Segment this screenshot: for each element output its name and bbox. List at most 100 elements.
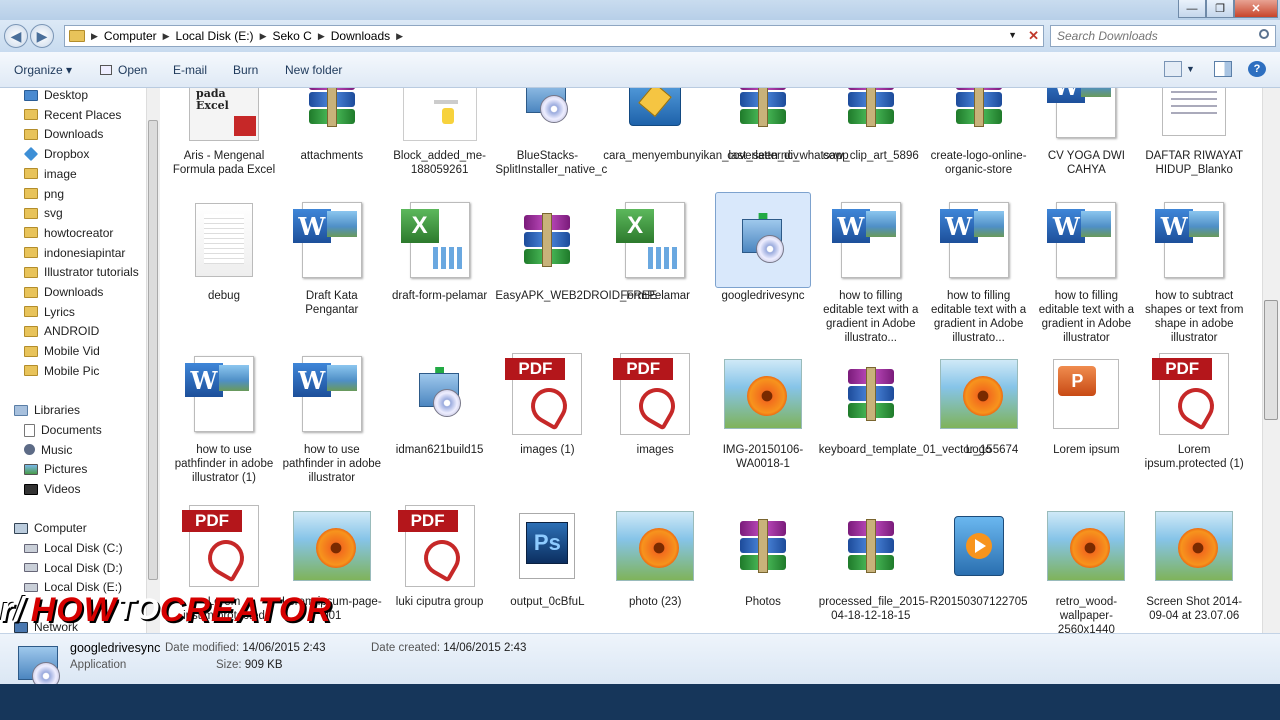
file-item[interactable]: Whow to filling editable text with a gra… (927, 192, 1031, 345)
sidebar-item-library[interactable]: Music (24, 441, 72, 459)
file-list-scroll-thumb[interactable] (1264, 300, 1278, 420)
file-item[interactable]: Whow to use pathfinder in adobe illustra… (172, 346, 276, 485)
file-item[interactable]: PDF images (603, 346, 707, 457)
minimize-button[interactable]: — (1178, 0, 1206, 18)
sidebar-item-favorite[interactable]: Dropbox (23, 145, 89, 163)
preview-pane-icon[interactable] (1214, 61, 1232, 77)
sidebar-item-drive[interactable]: Local Disk (D:) (24, 559, 123, 577)
sidebar-item-favorite[interactable]: indonesiapintar (24, 244, 125, 262)
sidebar-item-favorite[interactable]: Downloads (24, 125, 103, 143)
file-item[interactable]: create-logo-online-organic-store (927, 88, 1031, 177)
file-name: DAFTAR RIWAYAT HIDUP_Blanko (1145, 150, 1244, 176)
search-input[interactable] (1057, 29, 1247, 43)
sidebar-item-favorite[interactable]: Downloads (24, 283, 103, 301)
stop-icon[interactable]: ✕ (1028, 28, 1039, 44)
pic-icon (24, 463, 38, 475)
address-bar[interactable]: ▶ Computer ▶ Local Disk (E:) ▶ Seko C ▶ … (64, 25, 1044, 47)
file-item[interactable]: debug (172, 192, 276, 303)
file-item[interactable]: coverlatterncv (711, 88, 815, 163)
file-item[interactable]: Block_added_me-188059261 (388, 88, 492, 177)
file-item[interactable]: R20150307122705 (927, 498, 1031, 609)
navigation-scroll-thumb[interactable] (148, 120, 158, 580)
sidebar-item-favorite[interactable]: png (24, 185, 64, 203)
file-item[interactable]: W Draft Kata Pengantar (280, 192, 384, 317)
winrar-archive-icon (284, 88, 380, 148)
file-item[interactable]: P Lorem ipsum (1034, 346, 1138, 457)
file-item[interactable]: EasyAPK_WEB2DROID_FREE (495, 192, 658, 303)
sidebar-item-favorite[interactable]: Desktop (24, 88, 88, 104)
file-name: EasyAPK_WEB2DROID_FREE (495, 290, 658, 302)
sidebar-item-favorite[interactable]: Recent Places (24, 106, 121, 124)
back-button[interactable]: ◀ (4, 24, 28, 48)
open-button[interactable]: Open (100, 63, 147, 77)
file-item[interactable]: WCV YOGA DWI CAHYA (1034, 88, 1138, 177)
sidebar-item-favorite[interactable]: Illustrator tutorials (24, 263, 139, 281)
file-item[interactable]: DAFTAR RIWAYAT HIDUP_Blanko (1142, 88, 1246, 177)
sidebar-item-favorite[interactable]: svg (24, 204, 63, 222)
file-item[interactable]: BlueStacks-SplitInstaller_native_c (495, 88, 607, 177)
breadcrumb-computer[interactable]: Computer (98, 29, 163, 43)
file-item[interactable]: Ps output_0cBfuL (495, 498, 599, 609)
file-item[interactable]: Whow to subtract shapes or text from sha… (1142, 192, 1246, 345)
sidebar-item-libraries[interactable]: Libraries (14, 401, 80, 419)
file-item[interactable]: photo (23) (603, 498, 707, 609)
organize-button[interactable]: Organize ▾ (14, 63, 72, 77)
close-button[interactable]: ✕ (1234, 0, 1278, 18)
file-item[interactable]: idman621build15 (388, 346, 492, 457)
file-item[interactable]: cara_menyembunyikan_last_seen_di_whatsap… (603, 88, 849, 163)
help-icon[interactable]: ? (1248, 61, 1266, 77)
file-item[interactable]: processed_file_2015-04-18-12-18-15 (819, 498, 929, 623)
new-folder-button[interactable]: New folder (285, 63, 342, 77)
sidebar-item-favorite[interactable]: image (24, 165, 77, 183)
file-item[interactable]: Photos (711, 498, 815, 609)
sidebar-item-computer[interactable]: Computer (14, 519, 87, 537)
file-item[interactable]: retro_wood-wallpaper-2560x1440 (1034, 498, 1138, 633)
file-item[interactable]: PDF Lorem ipsum.protected (1) (1142, 346, 1246, 471)
sidebar-item-favorite[interactable]: Mobile Vid (24, 342, 100, 360)
file-item[interactable]: Xdraft-form-pelamar (388, 192, 492, 303)
file-item[interactable]: Whow to use pathfinder in adobe illustra… (280, 346, 384, 485)
file-item[interactable]: Whow to filling editable text with a gra… (819, 192, 923, 345)
file-name: photo (23) (628, 596, 682, 608)
file-item[interactable]: Screen Shot 2014-09-04 at 23.07.06 (1142, 498, 1246, 623)
sidebar-item-favorite[interactable]: ANDROID (24, 322, 99, 340)
breadcrumb-seko-c[interactable]: Seko C (266, 29, 317, 43)
sidebar-item-library[interactable]: Documents (24, 421, 102, 439)
file-item[interactable]: keyboard_template_01_vector_155674 (819, 346, 1018, 457)
forward-button[interactable]: ▶ (30, 24, 54, 48)
sidebar-item-library[interactable]: Pictures (24, 460, 87, 478)
file-name: create-logo-online-organic-store (930, 150, 1027, 176)
pdf-document-icon: PDF (607, 346, 703, 442)
maximize-button[interactable]: ❐ (1206, 0, 1234, 18)
file-item[interactable]: PDF images (1) (495, 346, 599, 457)
folder-icon (24, 266, 38, 278)
file-item[interactable]: Mengenal Formula pada Excel Aris - Mengen… (172, 88, 276, 177)
file-item[interactable]: X FormPelamar (603, 192, 707, 303)
file-item[interactable]: IMG-20150106-WA0018-1 (711, 346, 815, 471)
file-item[interactable]: googledrivesync (711, 192, 815, 303)
email-button[interactable]: E-mail (173, 63, 207, 77)
search-icon[interactable] (1259, 29, 1269, 39)
word-document-icon: W (823, 192, 919, 288)
sidebar-item-favorite[interactable]: howtocreator (24, 224, 113, 242)
watermark-prefix: r/ (0, 590, 25, 629)
winrar-archive-icon (823, 346, 919, 442)
breadcrumb-downloads[interactable]: Downloads (325, 29, 396, 43)
folder-icon (24, 306, 38, 318)
breadcrumb-local-disk-e[interactable]: Local Disk (E:) (170, 29, 260, 43)
file-item[interactable]: Whow to filling editable text with a gra… (1034, 192, 1138, 345)
address-dropdown-icon[interactable]: ▼ (1008, 30, 1017, 40)
sidebar-item-drive[interactable]: Local Disk (C:) (24, 539, 123, 557)
file-item[interactable]: attachments (280, 88, 384, 163)
change-view-icon[interactable] (1164, 61, 1182, 77)
file-item[interactable]: cow_clip_art_5896 (819, 88, 923, 163)
burn-button[interactable]: Burn (233, 63, 258, 77)
sidebar-item-favorite[interactable]: Mobile Pic (24, 362, 99, 380)
file-item[interactable]: Logo (927, 346, 1031, 457)
sidebar-item-favorite[interactable]: Lyrics (24, 303, 75, 321)
sidebar-item-label: Documents (41, 423, 102, 437)
sidebar-item-library[interactable]: Videos (24, 480, 80, 498)
file-item[interactable]: PDF luki ciputra group (388, 498, 492, 609)
search-box[interactable] (1050, 25, 1276, 47)
view-dropdown-icon[interactable]: ▼ (1186, 64, 1195, 74)
